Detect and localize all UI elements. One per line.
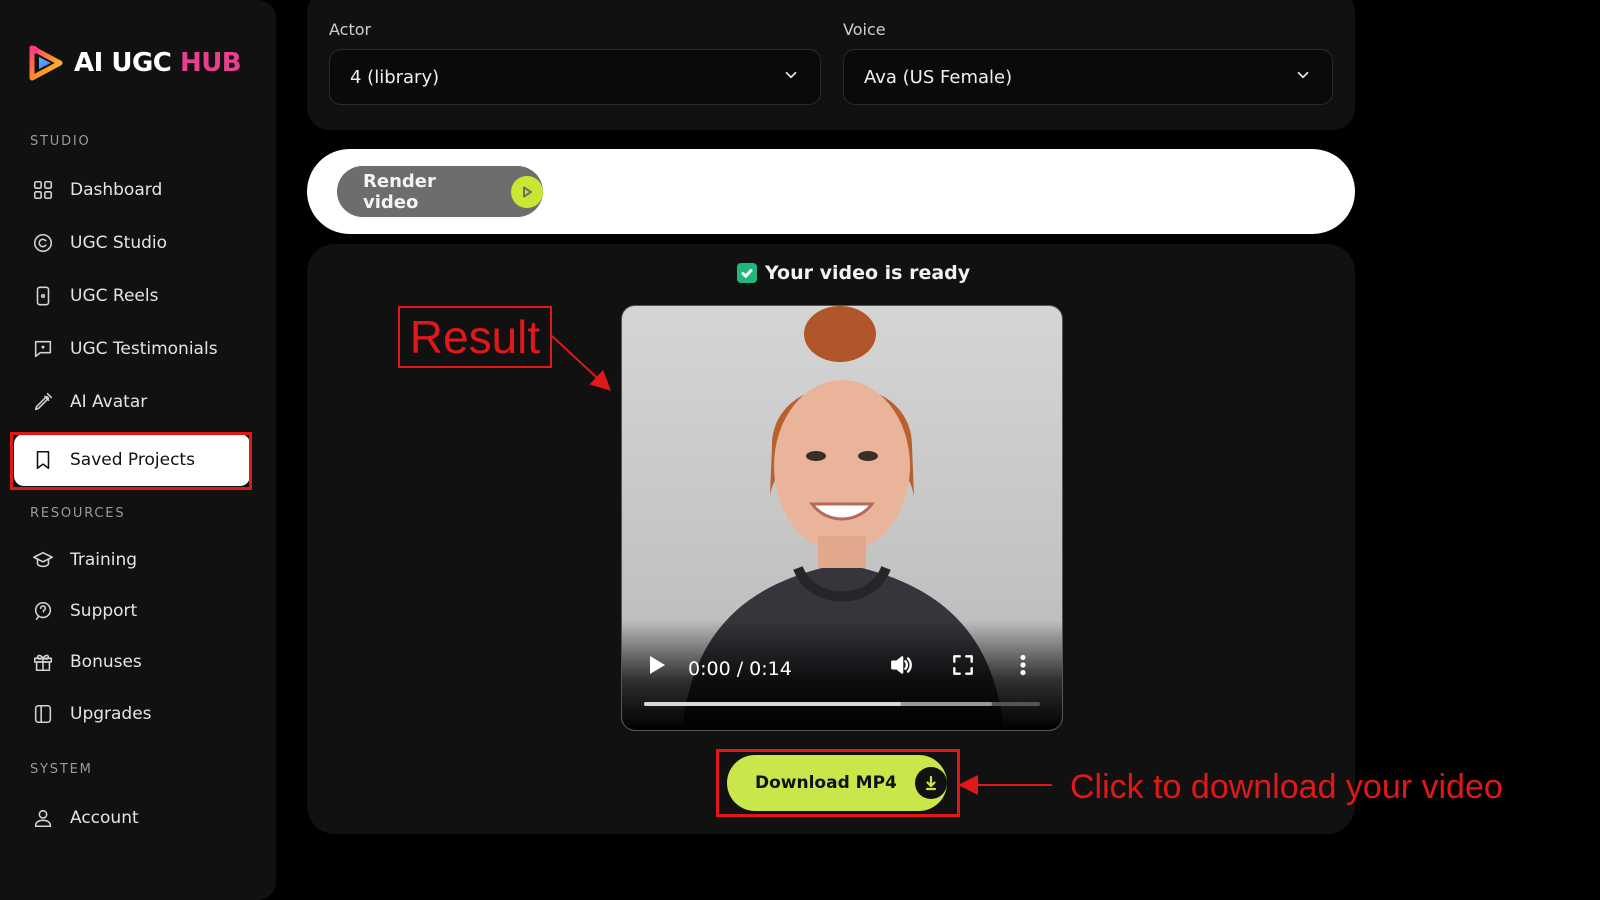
sidebar-item-label: Dashboard <box>70 180 163 200</box>
video-ready-status: Your video is ready <box>737 262 970 284</box>
video-ready-text: Your video is ready <box>765 262 971 284</box>
play-icon <box>511 175 543 208</box>
voice-label: Voice <box>843 20 886 39</box>
logo-icon <box>29 45 63 81</box>
annotation-highlight-download <box>716 749 960 817</box>
book-icon <box>30 701 56 727</box>
sidebar-item-label: UGC Studio <box>70 233 168 253</box>
sidebar-item-upgrades[interactable]: Upgrades <box>14 692 248 736</box>
play-icon[interactable] <box>648 655 666 680</box>
sidebar-item-label: Bonuses <box>70 652 142 672</box>
sidebar-item-ugc-testimonials[interactable]: UGC Testimonials <box>14 327 248 371</box>
sidebar-item-label: Training <box>70 550 138 570</box>
annotation-result-label: Result <box>398 306 552 368</box>
support-badge-icon <box>30 598 56 624</box>
render-video-label: Render video <box>363 170 436 213</box>
voice-select[interactable]: Ava (US Female) <box>843 49 1333 105</box>
render-bar: Render video <box>307 149 1355 234</box>
sidebar: AI UGC HUB STUDIO Dashboard UGC Studio U… <box>0 0 276 900</box>
sidebar-item-ugc-studio[interactable]: UGC Studio <box>14 221 248 265</box>
gift-icon <box>30 649 56 675</box>
sidebar-item-label: AI Avatar <box>70 392 148 412</box>
sidebar-item-ugc-reels[interactable]: UGC Reels <box>14 274 248 318</box>
section-label-system: SYSTEM <box>30 762 93 777</box>
sidebar-item-ai-avatar[interactable]: AI Avatar <box>14 380 248 424</box>
logo-text: AI UGC HUB <box>74 48 242 78</box>
video-time: 0:00 / 0:14 <box>688 658 792 680</box>
logo-main-text: AI UGC <box>74 48 180 78</box>
annotation-download-callout: Click to download your video <box>1070 768 1503 806</box>
grid-icon <box>30 177 56 203</box>
sidebar-item-label: Support <box>70 601 138 621</box>
voice-select-value: Ava (US Female) <box>864 66 1013 88</box>
fullscreen-icon[interactable] <box>950 652 976 683</box>
pen-tool-icon <box>30 389 56 415</box>
sidebar-item-account[interactable]: Account <box>14 796 248 840</box>
section-label-resources: RESOURCES <box>30 506 126 521</box>
actor-select-value: 4 (library) <box>350 66 440 88</box>
copyright-circle-icon <box>30 230 56 256</box>
more-options-icon[interactable] <box>1010 652 1036 683</box>
actor-select[interactable]: 4 (library) <box>329 49 821 105</box>
logo-accent-text: HUB <box>179 48 242 78</box>
chevron-down-icon <box>1294 66 1312 89</box>
phone-icon <box>30 283 56 309</box>
user-icon <box>30 805 56 831</box>
video-played-bar <box>644 702 902 706</box>
sidebar-item-support[interactable]: Support <box>14 589 248 633</box>
sidebar-item-label: UGC Reels <box>70 286 159 306</box>
video-progress-bar[interactable] <box>644 702 1040 706</box>
chevron-down-icon <box>782 66 800 89</box>
sidebar-item-training[interactable]: Training <box>14 538 248 582</box>
sidebar-item-label: UGC Testimonials <box>70 339 218 359</box>
video-player[interactable]: 0:00 / 0:14 <box>621 305 1063 731</box>
volume-icon[interactable] <box>888 652 914 683</box>
sidebar-item-dashboard[interactable]: Dashboard <box>14 168 248 212</box>
settings-panel: Actor 4 (library) Voice Ava (US Female) <box>307 0 1355 130</box>
graduation-cap-icon <box>30 547 56 573</box>
app-logo[interactable]: AI UGC HUB <box>26 42 242 84</box>
sidebar-item-bonuses[interactable]: Bonuses <box>14 640 248 684</box>
render-video-button[interactable]: Render video <box>337 166 543 217</box>
section-label-studio: STUDIO <box>30 134 91 149</box>
actor-label: Actor <box>329 20 372 39</box>
annotation-highlight-saved-projects <box>10 432 252 490</box>
annotation-result-text: Result <box>409 311 541 363</box>
message-square-icon <box>30 336 56 362</box>
check-icon <box>737 263 757 283</box>
sidebar-item-label: Account <box>70 808 139 828</box>
video-controls: 0:00 / 0:14 <box>622 620 1062 730</box>
sidebar-item-label: Upgrades <box>70 704 152 724</box>
